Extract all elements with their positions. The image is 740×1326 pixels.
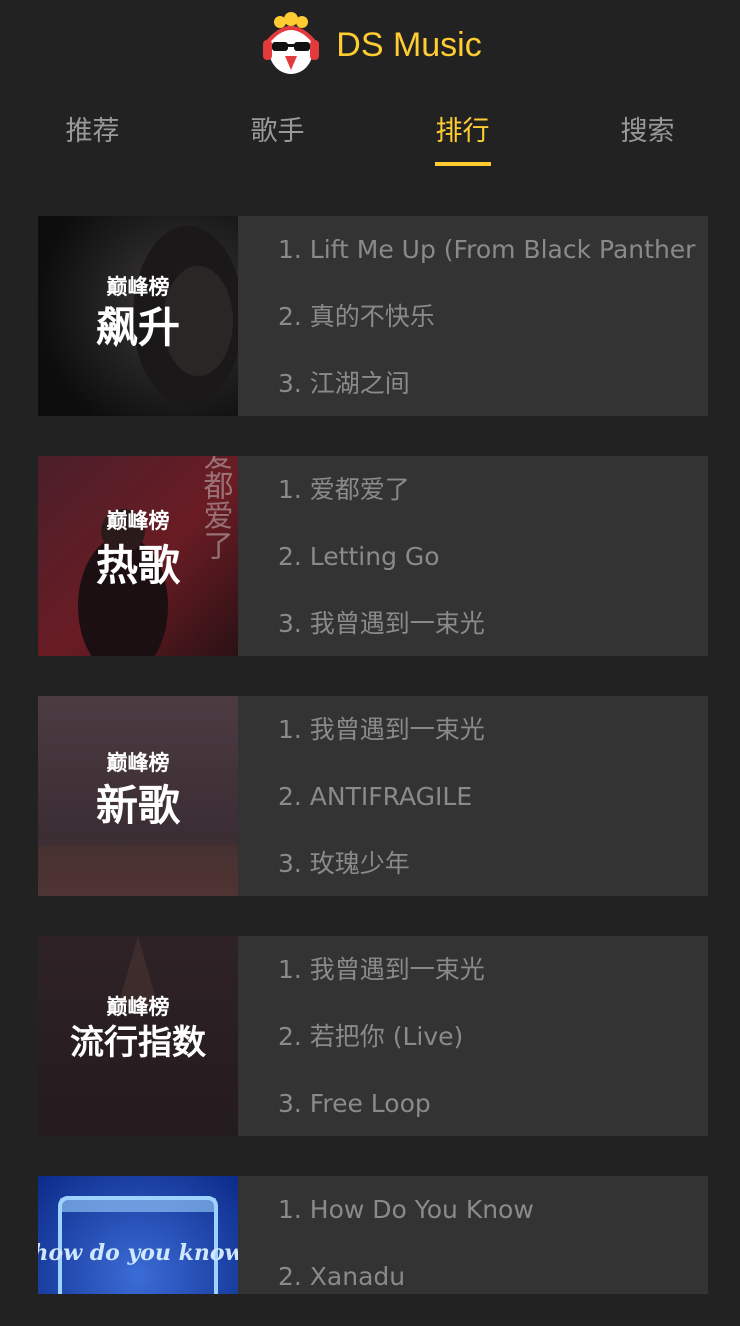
- cover-rank-name: 飙升: [96, 303, 180, 352]
- song-item: 3. 江湖之间: [278, 369, 410, 398]
- tab-recommend[interactable]: 推荐: [0, 100, 185, 170]
- song-item: 3. Free Loop: [278, 1089, 431, 1118]
- cover-image: 巅峰榜 飙升: [38, 216, 238, 416]
- rank-item-hot[interactable]: 爱都爱了 巅峰榜 热歌 1. 爱都爱了 2. Letting Go 3. 我曾遇…: [38, 456, 708, 656]
- rank-item-new[interactable]: 巅峰榜 新歌 1. 我曾遇到一束光 2. ANTIFRAGILE 3. 玫瑰少年: [38, 696, 708, 896]
- song-item: 2. Letting Go: [278, 542, 440, 571]
- song-item: 3. 我曾遇到一束光: [278, 609, 485, 638]
- cover-rank-name: how do you know: [38, 1240, 238, 1266]
- rank-cover: 巅峰榜 飙升: [38, 216, 238, 416]
- rank-item-pop-index[interactable]: 巅峰榜 流行指数 1. 我曾遇到一束光 2. 若把你 (Live) 3. Fre…: [38, 936, 708, 1136]
- cover-image: 爱都爱了 巅峰榜 热歌: [38, 456, 238, 656]
- rank-cover: 爱都爱了 巅峰榜 热歌: [38, 456, 238, 656]
- song-item: 3. 玫瑰少年: [278, 849, 410, 878]
- cover-image: how do you know: [38, 1176, 238, 1294]
- song-item: 1. Lift Me Up (From Black Panther: [278, 235, 696, 264]
- rank-item-soaring[interactable]: 巅峰榜 飙升 1. Lift Me Up (From Black Panther…: [38, 216, 708, 416]
- cover-rank-name: 新歌: [96, 781, 181, 830]
- song-item: 1. 爱都爱了: [278, 475, 410, 504]
- cover-brand-label: 巅峰榜: [107, 275, 170, 299]
- app-logo-icon: [263, 12, 320, 74]
- cover-brand-label: 巅峰榜: [107, 995, 170, 1019]
- song-item: 2. ANTIFRAGILE: [278, 782, 473, 811]
- cover-rank-name: 热歌: [96, 541, 181, 590]
- song-list: 1. How Do You Know 2. Xanadu: [238, 1176, 708, 1294]
- cover-brand-label: 巅峰榜: [107, 751, 170, 775]
- rank-list: 巅峰榜 飙升 1. Lift Me Up (From Black Panther…: [38, 216, 708, 1326]
- rank-cover: 巅峰榜 流行指数: [38, 936, 238, 1136]
- song-item: 2. 真的不快乐: [278, 302, 435, 331]
- tab-singers[interactable]: 歌手: [185, 100, 370, 170]
- song-item: 2. 若把你 (Live): [278, 1022, 464, 1051]
- cover-image: 巅峰榜 流行指数: [38, 936, 238, 1136]
- rank-cover: 巅峰榜 新歌: [38, 696, 238, 896]
- app-title: DS Music: [336, 25, 482, 64]
- song-list: 1. Lift Me Up (From Black Panther 2. 真的不…: [238, 216, 708, 416]
- song-item: 1. How Do You Know: [278, 1195, 534, 1224]
- tab-rank[interactable]: 排行: [370, 100, 555, 170]
- rank-cover: how do you know: [38, 1176, 238, 1294]
- song-list: 1. 我曾遇到一束光 2. ANTIFRAGILE 3. 玫瑰少年: [238, 696, 708, 896]
- rank-item-chart[interactable]: how do you know 1. How Do You Know 2. Xa…: [38, 1176, 708, 1294]
- cover-image: 巅峰榜 新歌: [38, 696, 238, 896]
- song-list: 1. 我曾遇到一束光 2. 若把你 (Live) 3. Free Loop: [238, 936, 708, 1136]
- song-item: 1. 我曾遇到一束光: [278, 955, 485, 984]
- nav-tabs: 推荐 歌手 排行 搜索: [0, 100, 740, 170]
- tab-search[interactable]: 搜索: [555, 100, 740, 170]
- song-item: 1. 我曾遇到一束光: [278, 715, 485, 744]
- app-header: DS Music: [0, 0, 740, 90]
- cover-brand-label: 巅峰榜: [107, 509, 170, 533]
- song-list: 1. 爱都爱了 2. Letting Go 3. 我曾遇到一束光: [238, 456, 708, 656]
- cover-rank-name: 流行指数: [70, 1023, 206, 1063]
- song-item: 2. Xanadu: [278, 1262, 406, 1291]
- cover-deco-text: 爱都爱了: [198, 456, 234, 560]
